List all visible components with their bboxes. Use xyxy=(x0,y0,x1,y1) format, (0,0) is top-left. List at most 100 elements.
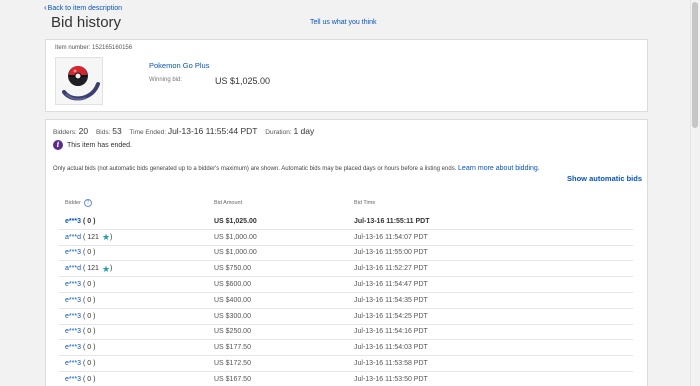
bid-amount-cell: US $172.50 xyxy=(214,360,251,368)
bidder-cell: e***3( 0 ) xyxy=(59,360,212,367)
bidder-name-link[interactable]: e***3 xyxy=(65,328,81,335)
item-number-label: Item number: xyxy=(55,45,91,51)
bidder-cell: e***3( 0 ) xyxy=(59,249,212,256)
bidder-feedback-score[interactable]: ( 0 ) xyxy=(83,360,95,367)
bid-time-cell: Jul-13-16 11:52:27 PDT xyxy=(354,265,428,273)
bid-time-cell: Jul-13-16 11:54:07 PDT xyxy=(354,233,428,241)
bidder-name-link[interactable]: e***3 xyxy=(65,297,81,304)
bids-note: Only actual bids (not automatic bids gen… xyxy=(53,165,540,172)
bid-amount-cell: US $250.00 xyxy=(214,328,251,336)
bid-amount-cell: US $1,000.00 xyxy=(214,233,257,241)
bidder-score-close: ) xyxy=(110,233,113,241)
bidder-name-link[interactable]: e***3 xyxy=(65,344,81,351)
bid-amount-cell: US $1,025.00 xyxy=(214,217,257,225)
bid-time-cell: Jul-13-16 11:54:03 PDT xyxy=(354,344,428,352)
bid-amount-cell: US $1,000.00 xyxy=(214,249,257,257)
bidder-name-link[interactable]: e***3 xyxy=(65,281,81,288)
item-thumbnail[interactable] xyxy=(55,57,103,105)
bidders-label: Bidders: xyxy=(53,129,77,136)
time-ended-label: Time Ended: xyxy=(129,129,167,136)
bid-time-cell: Jul-13-16 11:55:11 PDT xyxy=(354,217,430,225)
bidder-name-link[interactable]: e***3 xyxy=(65,249,81,256)
bid-time-cell: Jul-13-16 11:53:50 PDT xyxy=(354,375,428,383)
bidder-cell: e***3( 0 ) xyxy=(59,376,212,383)
bid-amount-cell: US $167.50 xyxy=(214,375,251,383)
bid-time-cell: Jul-13-16 11:54:25 PDT xyxy=(354,312,428,320)
bidder-name-link[interactable]: e***3 xyxy=(65,218,81,225)
bidder-feedback-score[interactable]: ( 0 ) xyxy=(83,376,95,383)
bidder-feedback-score[interactable]: ( 0 ) xyxy=(83,297,95,304)
bid-history-card: Bidders: 20 Bids: 53 Time Ended: Jul-13-… xyxy=(45,119,648,386)
bidder-column-header: Bidder ? xyxy=(59,199,212,207)
bidder-cell: e***3( 0 ) xyxy=(59,344,212,351)
duration-label: Duration: xyxy=(265,129,292,136)
item-number-value: 152165160156 xyxy=(92,45,133,51)
page-title: Bid history xyxy=(51,14,122,31)
feedback-star-icon[interactable]: ★ xyxy=(102,264,110,273)
bid-time-cell: Jul-13-16 11:54:35 PDT xyxy=(354,296,428,304)
auction-stats: Bidders: 20 Bids: 53 Time Ended: Jul-13-… xyxy=(53,126,320,136)
page-scrollbar[interactable] xyxy=(690,0,700,386)
bid-table-header: Bidder ? Bid Amount Bid Time xyxy=(59,198,633,208)
bidder-score-close: ) xyxy=(110,265,113,273)
bid-table-body: e***3( 0 ) US $1,025.00 Jul-13-16 11:55:11… xyxy=(59,214,633,386)
bidder-feedback-score[interactable]: ( 0 ) xyxy=(83,218,95,225)
duration-value: 1 day xyxy=(293,126,315,136)
info-icon: i xyxy=(53,140,63,150)
bid-time-cell: Jul-13-16 11:53:58 PDT xyxy=(354,360,428,368)
chevron-left-icon: ‹ xyxy=(44,3,47,12)
table-row: e***3( 0 ) US $600.00 Jul-13-16 11:54:47 P… xyxy=(59,277,633,293)
bidder-feedback-score[interactable]: ( 0 ) xyxy=(83,344,95,351)
bids-count: 53 xyxy=(112,126,122,136)
bid-amount-cell: US $750.00 xyxy=(214,265,251,273)
bidder-cell: e***3( 0 ) xyxy=(59,313,212,320)
bidder-name-link[interactable]: e***3 xyxy=(65,376,81,383)
table-row: e***3( 0 ) US $177.50 Jul-13-16 11:54:03 P… xyxy=(59,340,633,357)
bidder-name-link[interactable]: e***3 xyxy=(65,360,81,367)
time-ended-value: Jul-13-16 11:55:44 PDT xyxy=(167,126,258,136)
bidder-cell: e***3( 0 ) xyxy=(59,297,212,304)
feedback-link[interactable]: Tell us what you think xyxy=(310,19,377,26)
bidder-cell: a***d( 121 ★ ) xyxy=(59,233,212,242)
scrollbar-thumb[interactable] xyxy=(692,2,698,128)
bidder-name-link[interactable]: a***d xyxy=(65,265,81,272)
item-ended-notice: i This item has ended. xyxy=(53,140,132,150)
back-to-item-link[interactable]: ‹Back to item description xyxy=(44,3,122,12)
table-row: e***3( 0 ) US $172.50 Jul-13-16 11:53:58 P… xyxy=(59,356,633,372)
table-row: e***3( 0 ) US $1,000.00 Jul-13-16 11:55:00… xyxy=(59,246,633,262)
feedback-star-icon[interactable]: ★ xyxy=(102,233,110,242)
bidders-count: 20 xyxy=(78,126,89,136)
show-automatic-bids-link[interactable]: Show automatic bids xyxy=(567,174,642,183)
bid-amount-cell: US $400.00 xyxy=(214,296,251,304)
learn-more-link[interactable]: Learn more about bidding. xyxy=(458,165,540,172)
back-link-label: Back to item description xyxy=(47,5,122,12)
bidder-feedback-score[interactable]: ( 0 ) xyxy=(83,249,95,256)
bid-table: Bidder ? Bid Amount Bid Time e***3( 0 ) U… xyxy=(59,198,633,386)
table-row: a***d( 121 ★ ) US $750.00 Jul-13-16 11:52:2… xyxy=(59,261,633,278)
bidder-cell: a***d( 121 ★ ) xyxy=(59,264,212,273)
item-number: Item number: 152165160156 xyxy=(55,45,132,51)
bidder-feedback-score[interactable]: ( 121 xyxy=(83,265,99,272)
table-row: e***3( 0 ) US $1,025.00 Jul-13-16 11:55:11… xyxy=(59,214,633,230)
bidder-name-link[interactable]: e***3 xyxy=(65,313,81,320)
bidder-feedback-score[interactable]: ( 0 ) xyxy=(83,328,95,335)
bidder-cell: e***3( 0 ) xyxy=(59,218,212,225)
bid-amount-cell: US $600.00 xyxy=(214,281,251,289)
table-row: a***d( 121 ★ ) US $1,000.00 Jul-13-16 11:54… xyxy=(59,230,633,246)
bidder-feedback-score[interactable]: ( 121 xyxy=(83,234,99,241)
item-summary-card: Item number: 152165160156 Pokemon Go Plu… xyxy=(45,39,648,112)
bidder-feedback-score[interactable]: ( 0 ) xyxy=(83,313,95,320)
bid-time-cell: Jul-13-16 11:55:00 PDT xyxy=(354,249,428,257)
time-column-header: Bid Time xyxy=(354,200,376,206)
item-title-link[interactable]: Pokemon Go Plus xyxy=(149,61,209,70)
table-row: e***3( 0 ) US $300.00 Jul-13-16 11:54:25 P… xyxy=(59,309,633,325)
pokemon-go-plus-image xyxy=(56,58,102,104)
help-icon[interactable]: ? xyxy=(83,199,92,207)
bid-time-cell: Jul-13-16 11:54:47 PDT xyxy=(354,281,428,289)
bidder-cell: e***3( 0 ) xyxy=(59,328,212,335)
item-ended-text: This item has ended. xyxy=(67,141,132,149)
winning-bid-label: Winning bid: xyxy=(149,77,183,83)
bidder-feedback-score[interactable]: ( 0 ) xyxy=(83,281,95,288)
bidder-name-link[interactable]: a***d xyxy=(65,234,81,241)
bid-time-cell: Jul-13-16 11:54:16 PDT xyxy=(354,328,428,336)
